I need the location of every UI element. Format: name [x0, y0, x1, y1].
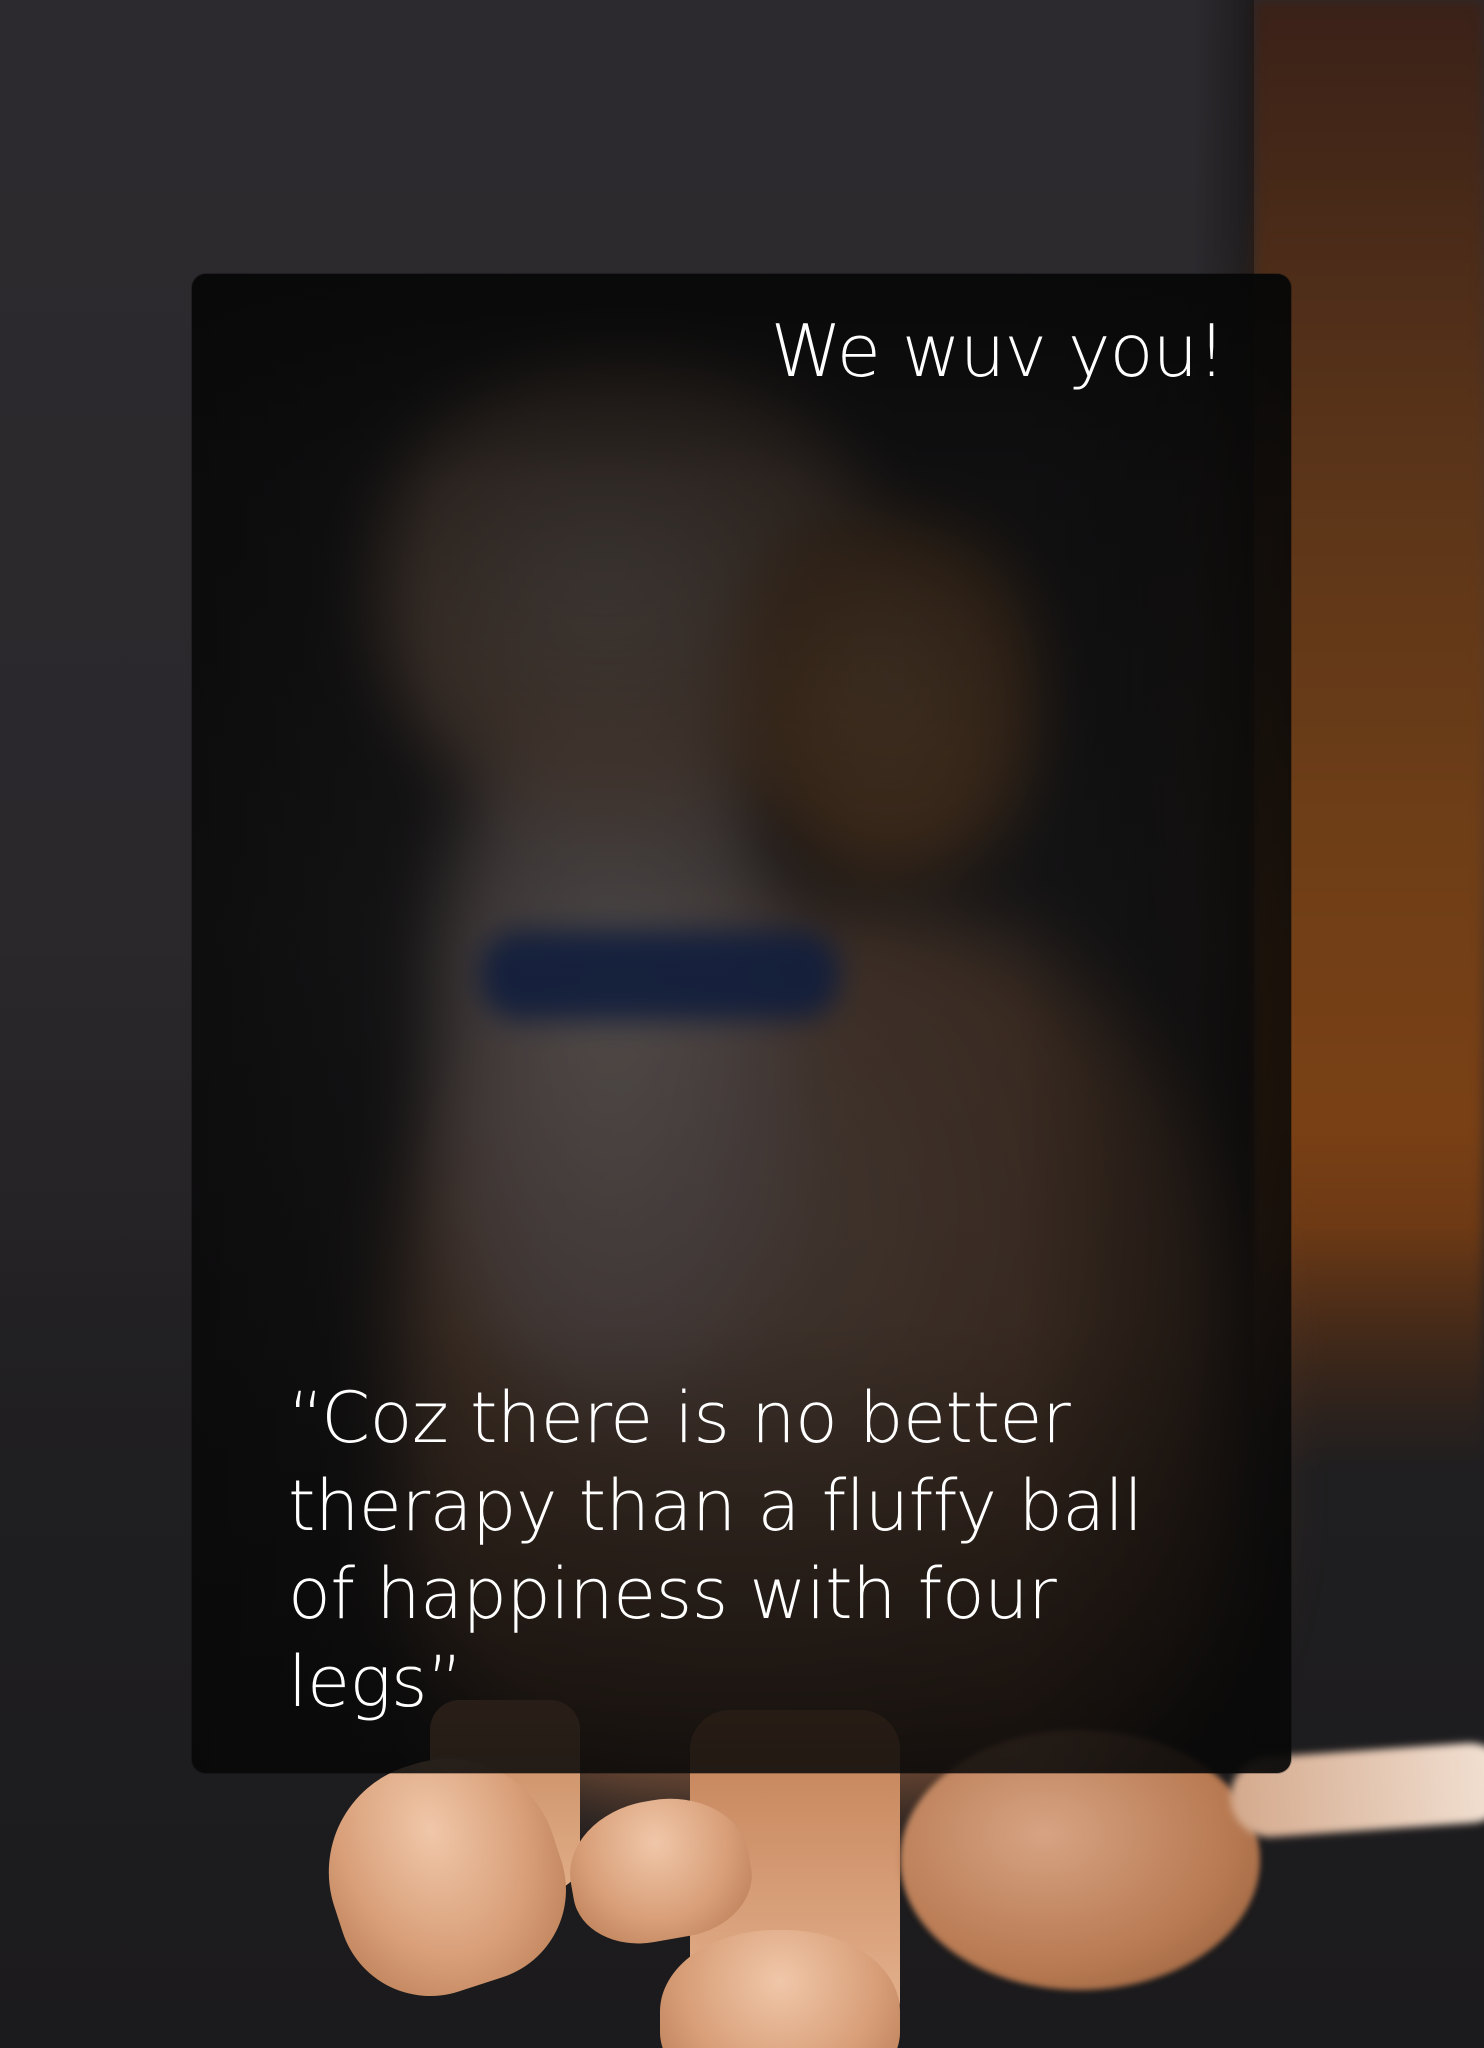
card-quote: “Coz there is no better therapy than a f… — [288, 1377, 1143, 1723]
card-title: We wuv you! — [770, 309, 1226, 393]
photo-background: We wuv you! “Coz there is no better ther… — [0, 0, 1484, 2048]
frosted-card: We wuv you! “Coz there is no better ther… — [192, 274, 1291, 1773]
